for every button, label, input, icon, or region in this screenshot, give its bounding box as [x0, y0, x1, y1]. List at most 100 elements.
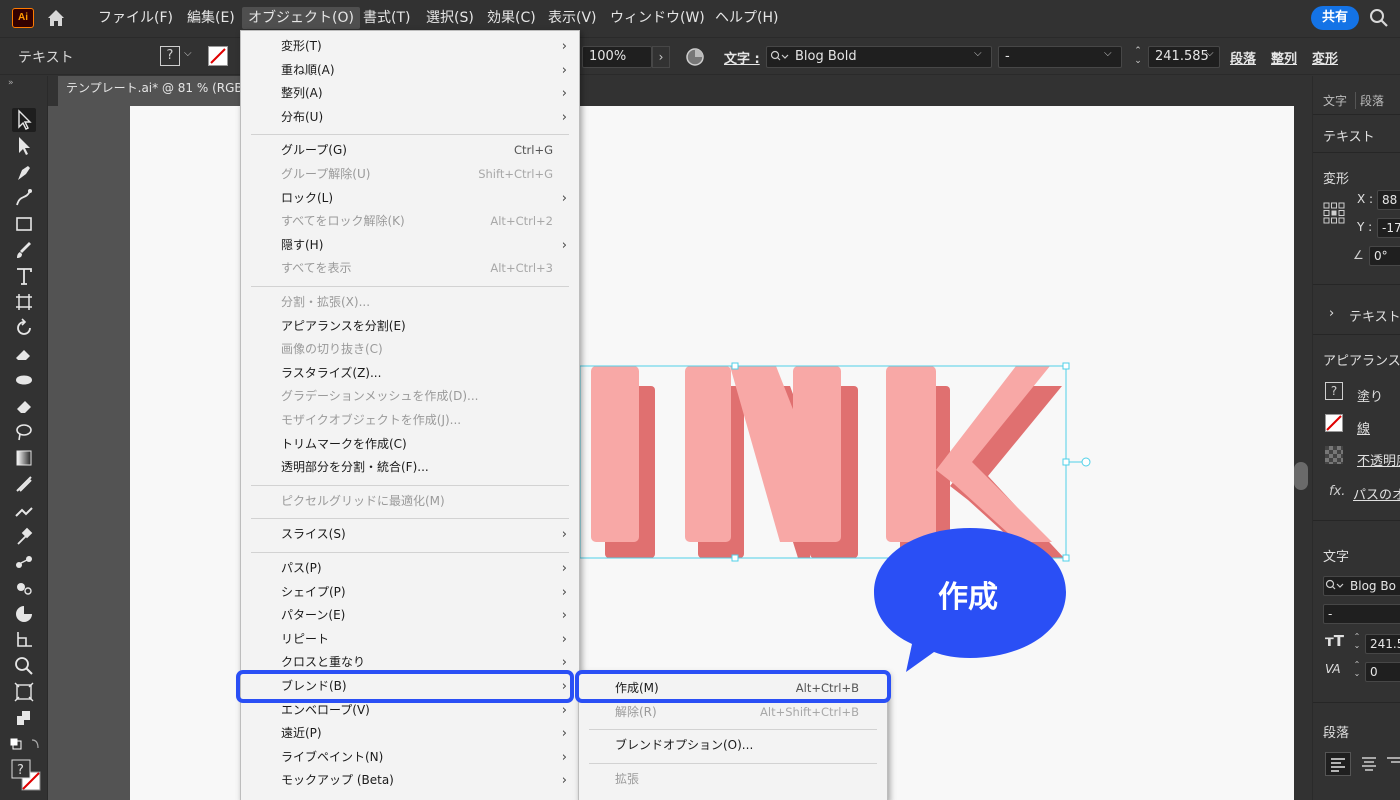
pen-tool-icon[interactable] — [12, 160, 36, 184]
tab-character[interactable]: 文字 — [1323, 92, 1347, 109]
menu-item[interactable]: ラスタライズ(Z)... — [241, 362, 579, 385]
fill-stroke-swatch[interactable]: ? — [10, 758, 42, 792]
menu-item[interactable]: 遠近(P) › — [241, 722, 579, 745]
menu-item[interactable]: 隠す(H) › — [241, 234, 579, 257]
menu-item[interactable]: 分布(U) › — [241, 106, 579, 129]
opacity-label[interactable]: 不透明度 — [1357, 450, 1400, 469]
font-size-stepper[interactable]: ⌃ ⌄ — [1130, 46, 1146, 68]
menubar-item[interactable]: 選択(S) — [420, 7, 480, 29]
default-fill-stroke-icon[interactable] — [8, 736, 42, 752]
menubar-item[interactable]: ウィンドウ(W) — [604, 7, 711, 29]
puppet-warp-tool-icon[interactable] — [12, 498, 36, 522]
menu-item[interactable]: スライス(S) › — [241, 523, 579, 546]
menubar-item[interactable]: 書式(T) — [357, 7, 416, 29]
align-link[interactable]: 整列 — [1271, 48, 1297, 67]
font-size-field[interactable]: 241.5 — [1365, 634, 1400, 654]
font-size-stepper[interactable]: ⌃ ⌄ — [1351, 632, 1363, 652]
column-graph-tool-icon[interactable] — [12, 602, 36, 626]
y-field[interactable]: -17 — [1377, 218, 1400, 238]
opacity-field[interactable]: 100% — [582, 46, 652, 68]
recolor-icon[interactable] — [684, 46, 706, 68]
paintbrush-tool-icon[interactable] — [12, 238, 36, 262]
rectangle-tool-icon[interactable] — [12, 212, 36, 236]
angle-field[interactable]: 0° — [1369, 246, 1400, 266]
eraser-tool-icon[interactable] — [12, 342, 36, 366]
slice-tool-icon[interactable] — [12, 628, 36, 652]
font-family-field[interactable]: Blog Bold — [766, 46, 992, 68]
chevron-down-icon[interactable]: ⌵ — [974, 48, 988, 62]
share-button[interactable]: 共有 — [1311, 6, 1359, 30]
menu-item[interactable]: 変形(T) › — [241, 35, 579, 58]
reference-point-icon[interactable] — [1323, 202, 1345, 224]
zoom-tool-icon[interactable] — [12, 654, 36, 678]
x-field[interactable]: 88 — [1377, 190, 1400, 210]
menubar-item[interactable]: 編集(E) — [181, 7, 241, 29]
shape-builder-tool-icon[interactable] — [12, 706, 36, 730]
direct-selection-tool-icon[interactable] — [12, 134, 36, 158]
lasso-tool-icon[interactable] — [12, 420, 36, 444]
tracking-field[interactable]: 0 — [1365, 662, 1400, 682]
menu-item[interactable]: シェイプ(P) › — [241, 581, 579, 604]
menubar-item[interactable]: ヘルプ(H) — [709, 7, 784, 29]
character-panel-link[interactable]: 文字 : — [724, 48, 760, 67]
document-tab[interactable]: テンプレート.ai* @ 81 % (RGB/CPU — [58, 76, 268, 106]
menu-item[interactable]: 整列(A) › — [241, 82, 579, 105]
chevron-down-icon[interactable]: ⌵ — [184, 48, 196, 62]
menu-item[interactable]: ライブペイント(N) › — [241, 746, 579, 769]
paragraph-link[interactable]: 段落 — [1230, 48, 1256, 67]
chevron-right-icon[interactable]: › — [1329, 306, 1334, 321]
chevron-down-icon[interactable]: ⌵ — [1104, 48, 1118, 62]
chevron-right-icon[interactable]: › — [652, 46, 670, 68]
rotate-tool-icon[interactable] — [12, 316, 36, 340]
menubar-item[interactable]: オブジェクト(O) — [242, 7, 360, 29]
menu-item[interactable]: 重ね順(A) › — [241, 59, 579, 82]
menu-item[interactable]: リピート › — [241, 628, 579, 651]
search-icon[interactable] — [1368, 8, 1390, 28]
mesh-tool-icon[interactable] — [12, 472, 36, 496]
effect-label[interactable]: パスのオ — [1353, 484, 1400, 503]
menu-item[interactable]: ブレンドオプション(O)... — [579, 734, 887, 757]
menu-item[interactable]: ロック(L) › — [241, 187, 579, 210]
fx-icon[interactable]: fx. — [1329, 484, 1345, 499]
eyedropper-tool-icon[interactable] — [12, 524, 36, 548]
blend-tool-icon[interactable] — [12, 550, 36, 574]
fill-swatch-none[interactable]: ? — [1325, 382, 1343, 400]
menubar-item[interactable]: ファイル(F) — [92, 7, 179, 29]
menu-item[interactable]: パス(P) › — [241, 557, 579, 580]
menu-item[interactable]: モックアップ (Beta) › — [241, 769, 579, 792]
menu-item[interactable]: トリムマークを作成(C) — [241, 433, 579, 456]
fill-label[interactable]: 塗り — [1357, 386, 1383, 405]
hand-tool-icon[interactable] — [12, 680, 36, 704]
home-icon[interactable] — [44, 7, 68, 29]
selection-tool-icon[interactable] — [12, 108, 36, 132]
gradient-tool-icon[interactable] — [12, 446, 36, 470]
tab-paragraph[interactable]: 段落 — [1355, 92, 1384, 109]
tracking-stepper[interactable]: ⌃ ⌄ — [1351, 660, 1363, 680]
stroke-swatch-none[interactable] — [1325, 414, 1343, 432]
symbol-sprayer-tool-icon[interactable] — [12, 576, 36, 600]
menu-item[interactable]: グループ(G) Ctrl+G — [241, 139, 579, 162]
font-style-field[interactable]: - — [1323, 604, 1400, 624]
align-right-icon[interactable] — [1385, 752, 1400, 776]
menu-item[interactable]: 透明部分を分割・統合(F)... — [241, 456, 579, 479]
chevron-down-icon[interactable]: ⌵ — [1206, 48, 1220, 62]
transform-link[interactable]: 変形 — [1312, 48, 1338, 67]
fill-swatch-none[interactable]: ? — [160, 46, 180, 66]
align-left-icon[interactable] — [1325, 752, 1351, 776]
warp-tool-icon[interactable] — [12, 368, 36, 392]
menu-item[interactable]: パターン(E) › — [241, 604, 579, 627]
stroke-swatch-none[interactable] — [208, 46, 228, 66]
collapse-panel-icon[interactable]: » — [8, 78, 14, 88]
stroke-label[interactable]: 線 — [1357, 418, 1370, 437]
panel-scroll-handle[interactable] — [1294, 462, 1308, 490]
align-center-icon[interactable] — [1357, 752, 1381, 776]
text-section-title[interactable]: テキスト — [1349, 306, 1400, 325]
menu-item[interactable]: アピアランスを分割(E) — [241, 315, 579, 338]
illustrator-logo[interactable]: Ai — [12, 8, 34, 28]
artboard-tool-icon[interactable] — [12, 290, 36, 314]
eraser-icon[interactable] — [12, 394, 36, 418]
curvature-tool-icon[interactable] — [12, 186, 36, 210]
menubar-item[interactable]: 効果(C) — [481, 7, 542, 29]
menubar-item[interactable]: 表示(V) — [542, 7, 603, 29]
type-tool-icon[interactable] — [12, 264, 36, 288]
